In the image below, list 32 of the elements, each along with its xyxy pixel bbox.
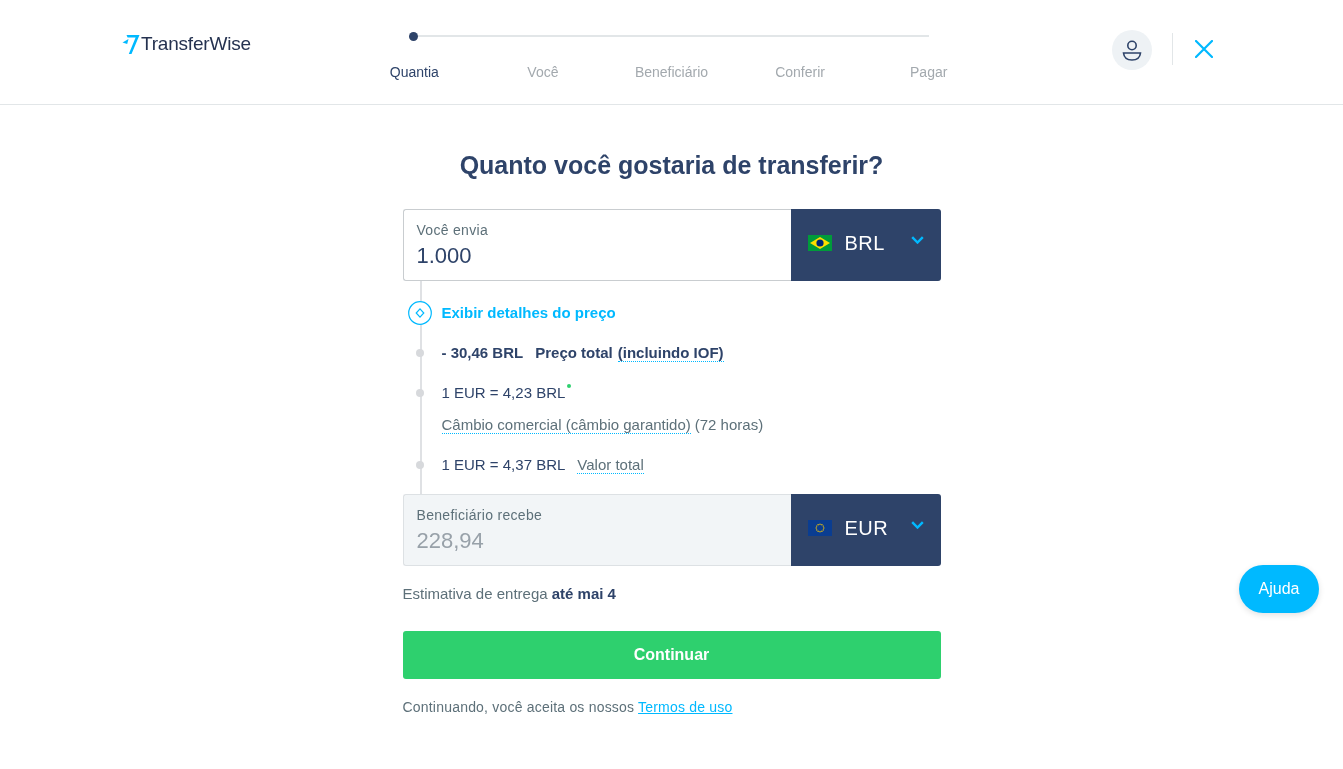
step-label: Pagar <box>910 64 948 80</box>
expand-toggle-icon <box>407 301 432 325</box>
field-label: Você envia <box>416 221 488 239</box>
field-label: Beneficiário recebe <box>416 506 543 524</box>
exchange-rate: 1 EUR = 4,37 BRL <box>441 456 566 473</box>
eu-flag-icon <box>807 520 832 536</box>
amount-field[interactable]: Você envia 1.000 <box>402 209 791 281</box>
close-icon <box>1195 40 1213 58</box>
step-label: Conferir <box>775 64 825 80</box>
terms-text: Continuando, você aceita os nossos Termos de uso <box>402 698 734 717</box>
delivery-estimate: Estimativa de entrega até mai 4 <box>402 584 617 604</box>
step-label: Beneficiário <box>634 64 709 80</box>
account-button[interactable] <box>1112 30 1152 70</box>
fee-amount: - 30,46 BRL <box>441 344 524 361</box>
exchange-rate: 1 EUR = 4,23 BRL <box>441 384 566 401</box>
rate-type-link[interactable]: Câmbio comercial (câmbio garantido) <box>441 416 691 434</box>
fee-label: Preço total <box>535 344 613 361</box>
step-label: Você <box>527 64 559 80</box>
chevron-down-icon <box>910 521 924 529</box>
brazil-flag-icon <box>807 235 832 251</box>
amount-input[interactable]: 1.000 <box>416 242 778 270</box>
status-dot-icon <box>567 384 572 388</box>
info-link[interactable]: Valor total <box>577 456 644 474</box>
rate-note: (72 horas) <box>694 416 764 433</box>
currency-select[interactable]: BRL <box>790 209 941 281</box>
info-link[interactable]: (incluindo IOF) <box>617 344 724 362</box>
chevron-down-icon <box>910 236 924 244</box>
brand-logo-text: TransferWise <box>141 32 251 56</box>
page-title: Quanto você gostaria de transferir? <box>458 150 885 180</box>
logo-mark-icon <box>122 33 140 55</box>
user-icon <box>1122 39 1142 61</box>
step-label: Quantia <box>389 64 439 80</box>
